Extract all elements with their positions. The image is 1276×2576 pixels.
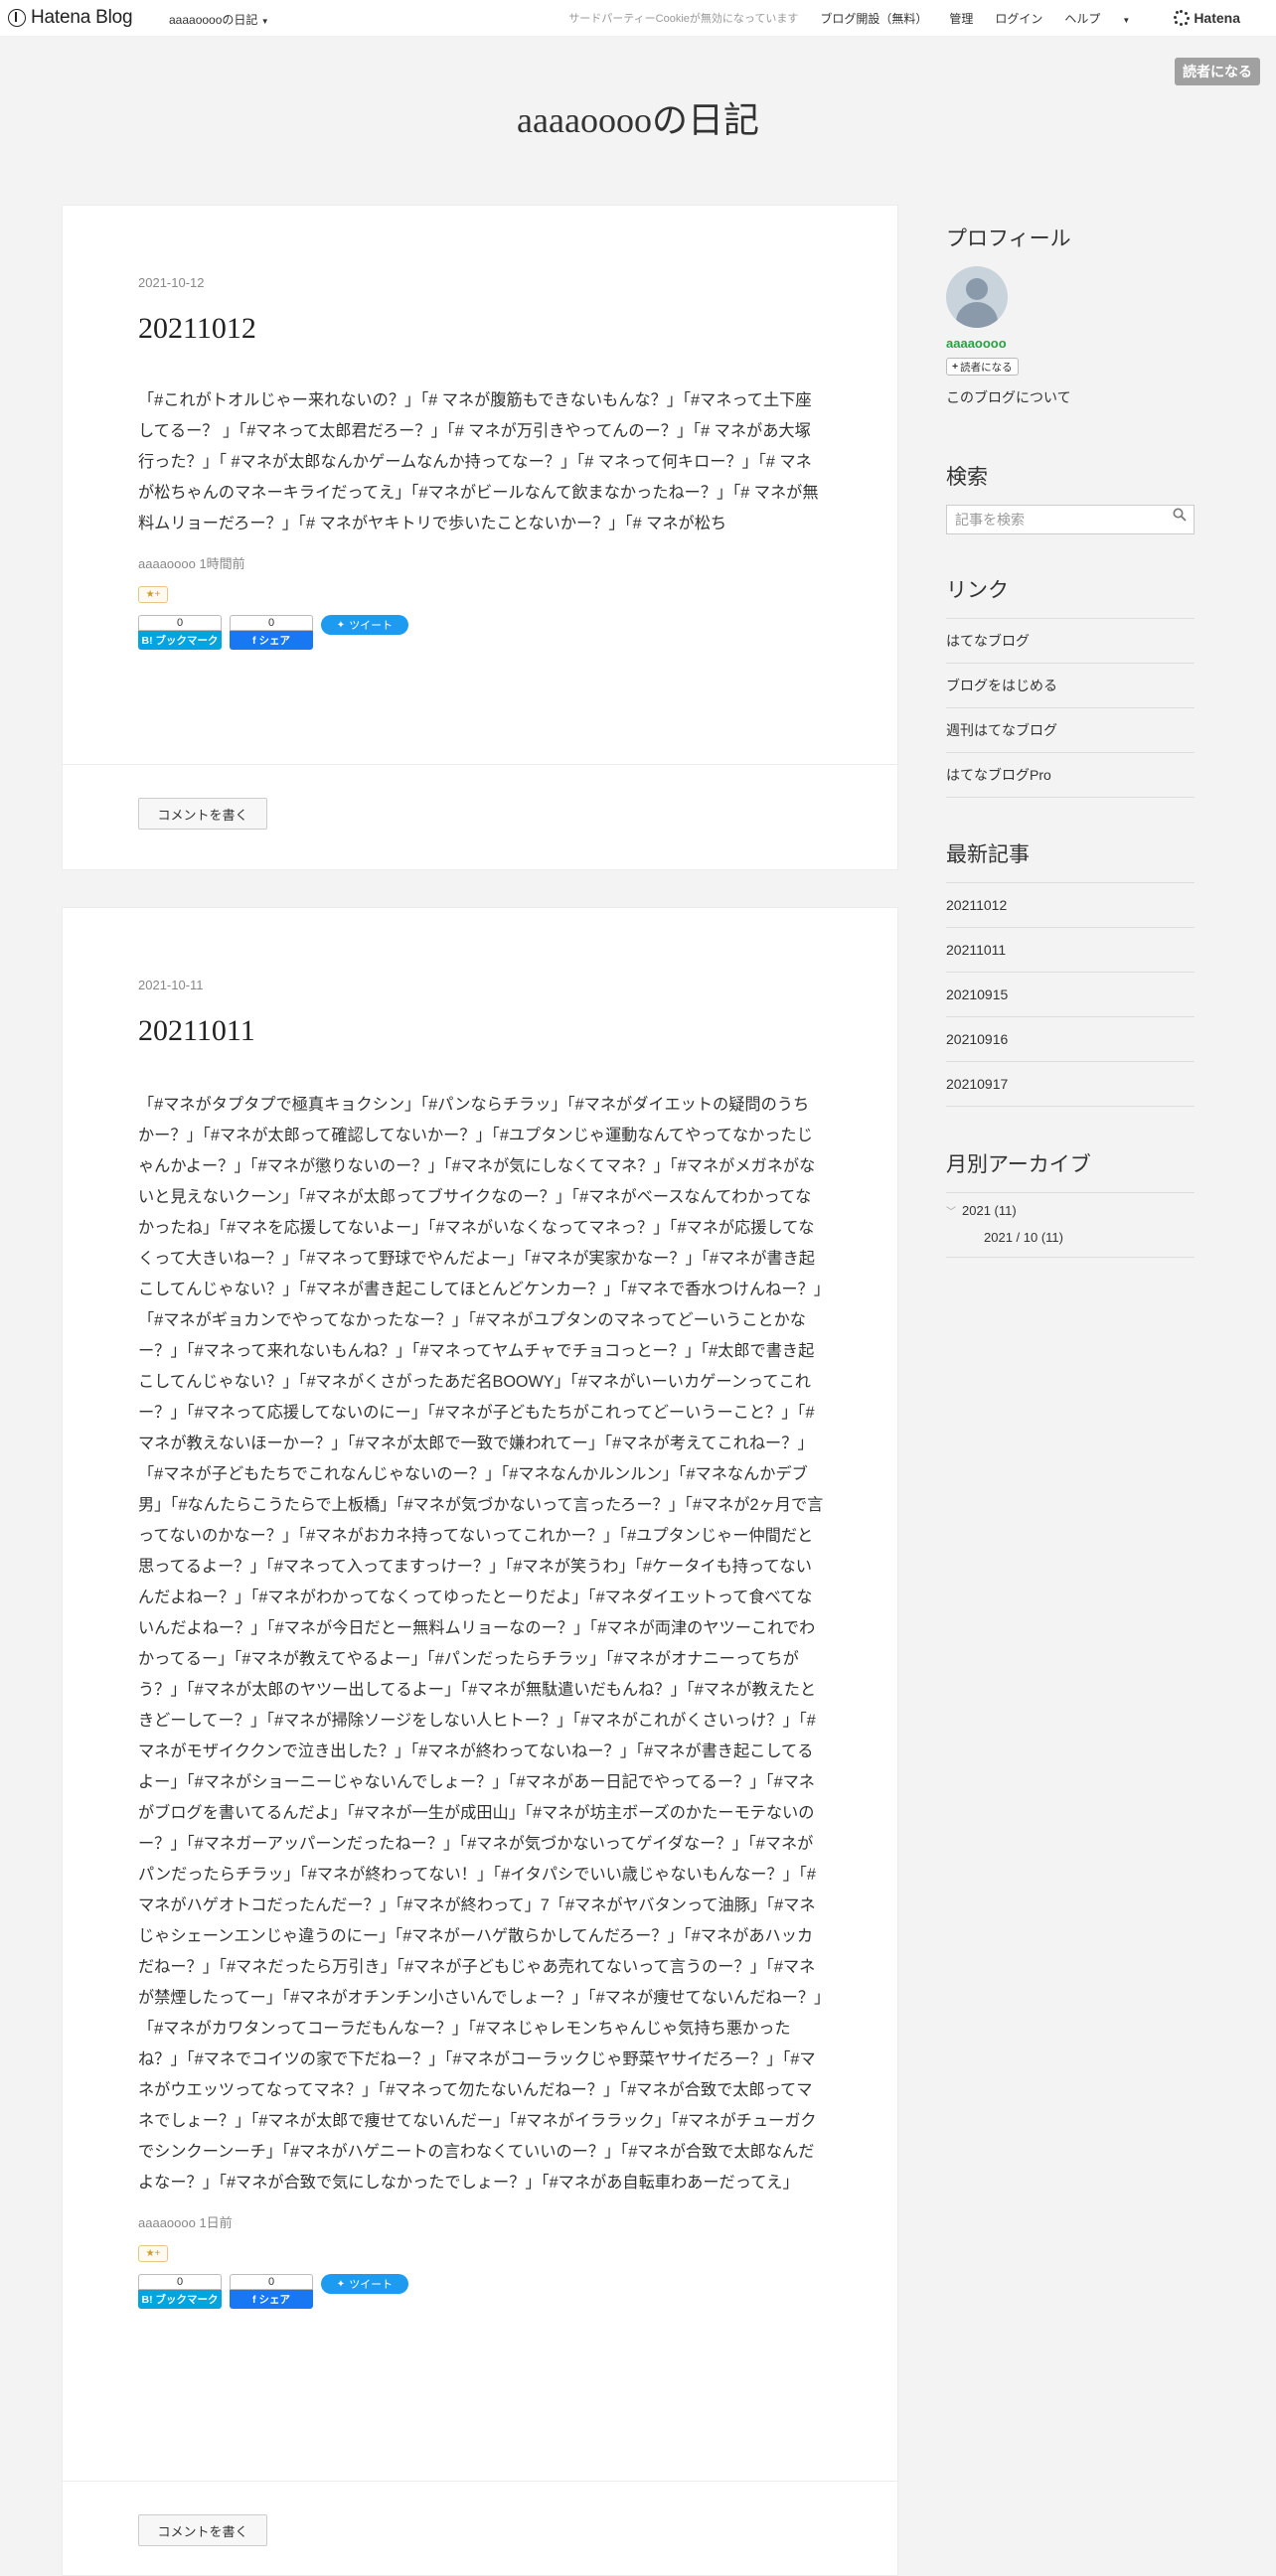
follow-label: 読者になる	[960, 361, 1013, 374]
archive-heading: 月別アーカイブ	[946, 1153, 1091, 1176]
entry-date[interactable]: 2021-10-12	[138, 275, 824, 290]
bookmark-button[interactable]: B! ブックマーク	[138, 631, 222, 650]
tweet-label: ツイート	[349, 2279, 394, 2291]
hatena-brand-label: Hatena	[1194, 10, 1240, 26]
help-menu[interactable]: ヘルプ ▼	[1064, 10, 1152, 27]
entry-body: 「#これがトオルじゃー来れないの？」「# マネが腹筋もできないもんな？」「#マネ…	[138, 391, 819, 532]
open-blog-link[interactable]: ブログ開設（無料）	[820, 10, 927, 27]
profile-username[interactable]: aaaaoooo	[946, 336, 1195, 351]
facebook-share-button[interactable]: f シェア	[230, 2290, 313, 2309]
link-item[interactable]: ブログをはじめる	[946, 664, 1195, 708]
entry-date[interactable]: 2021-10-11	[138, 978, 824, 992]
entry-footer[interactable]: aaaaoooo 1日前	[138, 2212, 824, 2231]
manage-link[interactable]: 管理	[949, 10, 973, 27]
bookmark-count: 0	[138, 615, 222, 631]
chevron-down-icon: ▼	[1122, 15, 1131, 25]
hatena-brand[interactable]: Hatena	[1174, 10, 1262, 26]
help-label: ヘルプ	[1064, 11, 1101, 26]
chevron-down-icon[interactable]: ﹀	[946, 1203, 956, 1218]
add-star-button[interactable]: ★+	[138, 2245, 168, 2262]
blog-menu[interactable]: aaaaooooの日記 ▼	[169, 11, 269, 28]
search-icon[interactable]	[1173, 508, 1187, 522]
facebook-share[interactable]: 0 f シェア	[230, 2274, 313, 2309]
avatar[interactable]	[946, 266, 1008, 328]
archive-module: 月別アーカイブ ﹀ 2021 (11) 2021 / 10 (11)	[946, 1148, 1195, 1258]
tweet-button[interactable]: ✦ ツイート	[321, 615, 408, 635]
article-entry: 2021-10-11 20211011 「#マネがタプタプで極真キョクシン」「#…	[62, 907, 898, 2576]
entry-title[interactable]: 20211011	[138, 1014, 824, 1048]
facebook-share[interactable]: 0 f シェア	[230, 615, 313, 650]
cookie-notice: サードパーティーCookieが無効になっています	[568, 13, 799, 25]
recent-entry-link[interactable]: 20211011	[946, 928, 1195, 973]
global-header: Hatena Blog aaaaooooの日記 ▼ サードパーティーCookie…	[0, 0, 1276, 36]
hatena-logo-icon	[8, 9, 26, 27]
search-module: 検索 記事を検索	[946, 461, 1195, 534]
link-item[interactable]: はてなブログ	[946, 619, 1195, 664]
twitter-bird-icon: ✦	[336, 2278, 346, 2290]
link-item[interactable]: 週刊はてなブログ	[946, 708, 1195, 753]
tweet-label: ツイート	[349, 620, 394, 632]
article-entry: 2021-10-12 20211012 「#これがトオルじゃー来れないの？」「#…	[62, 205, 898, 870]
profile-module: プロフィール aaaaoooo + 読者になる このブログについて	[946, 223, 1195, 407]
divider	[63, 2481, 897, 2482]
recent-heading: 最新記事	[946, 843, 1030, 866]
profile-heading: プロフィール	[946, 227, 1071, 250]
hatena-blog-logo[interactable]: Hatena Blog	[8, 7, 133, 29]
recent-entry-link[interactable]: 20210916	[946, 1017, 1195, 1062]
subscribe-button[interactable]: 読者になる	[1175, 58, 1260, 85]
hatebu-share[interactable]: 0 B! ブックマーク	[138, 615, 222, 650]
entry-footer[interactable]: aaaaoooo 1時間前	[138, 553, 824, 572]
add-star-button[interactable]: ★+	[138, 586, 168, 603]
recent-entry-link[interactable]: 20211012	[946, 883, 1195, 928]
twitter-bird-icon: ✦	[336, 619, 346, 631]
login-link[interactable]: ログイン	[995, 10, 1042, 27]
plus-icon: +	[952, 361, 959, 373]
hatena-dots-icon	[1174, 10, 1191, 26]
recent-entries-module: 最新記事 20211012 20211011 20210915 20210916…	[946, 838, 1195, 1107]
link-item[interactable]: はてなブログPro	[946, 753, 1195, 798]
archive-year-label: 2021 (11)	[962, 1203, 1017, 1218]
chevron-down-icon: ▼	[260, 17, 269, 26]
recent-entry-link[interactable]: 20210917	[946, 1062, 1195, 1107]
entry-body: 「#マネがタプタプで極真キョクシン」「#パンならチラッ」「#マネがダイエットの疑…	[138, 1096, 824, 2192]
search-heading: 検索	[946, 466, 988, 489]
tweet-button[interactable]: ✦ ツイート	[321, 2274, 408, 2294]
write-comment-button[interactable]: コメントを書く	[138, 798, 267, 830]
hatebu-share[interactable]: 0 B! ブックマーク	[138, 2274, 222, 2309]
entry-title[interactable]: 20211012	[138, 312, 824, 346]
follow-button[interactable]: + 読者になる	[946, 358, 1019, 376]
write-comment-button[interactable]: コメントを書く	[138, 2514, 267, 2546]
share-count: 0	[230, 2274, 313, 2290]
recent-entry-link[interactable]: 20210915	[946, 973, 1195, 1017]
archive-year[interactable]: ﹀ 2021 (11)	[946, 1203, 1195, 1218]
blog-title[interactable]: aaaaooooの日記	[0, 91, 1276, 143]
search-input[interactable]: 記事を検索	[946, 505, 1195, 534]
about-blog-link[interactable]: このブログについて	[946, 387, 1195, 407]
links-module: リンク はてなブログ ブログをはじめる 週刊はてなブログ はてなブログPro	[946, 574, 1195, 798]
bookmark-count: 0	[138, 2274, 222, 2290]
archive-month[interactable]: 2021 / 10 (11)	[946, 1230, 1195, 1245]
links-heading: リンク	[946, 579, 1009, 602]
bookmark-button[interactable]: B! ブックマーク	[138, 2290, 222, 2309]
blog-menu-label: aaaaooooの日記	[169, 13, 258, 27]
divider	[63, 764, 897, 765]
divider	[946, 1257, 1195, 1258]
logo-text: Hatena Blog	[31, 7, 133, 28]
share-count: 0	[230, 615, 313, 631]
facebook-share-button[interactable]: f シェア	[230, 631, 313, 650]
